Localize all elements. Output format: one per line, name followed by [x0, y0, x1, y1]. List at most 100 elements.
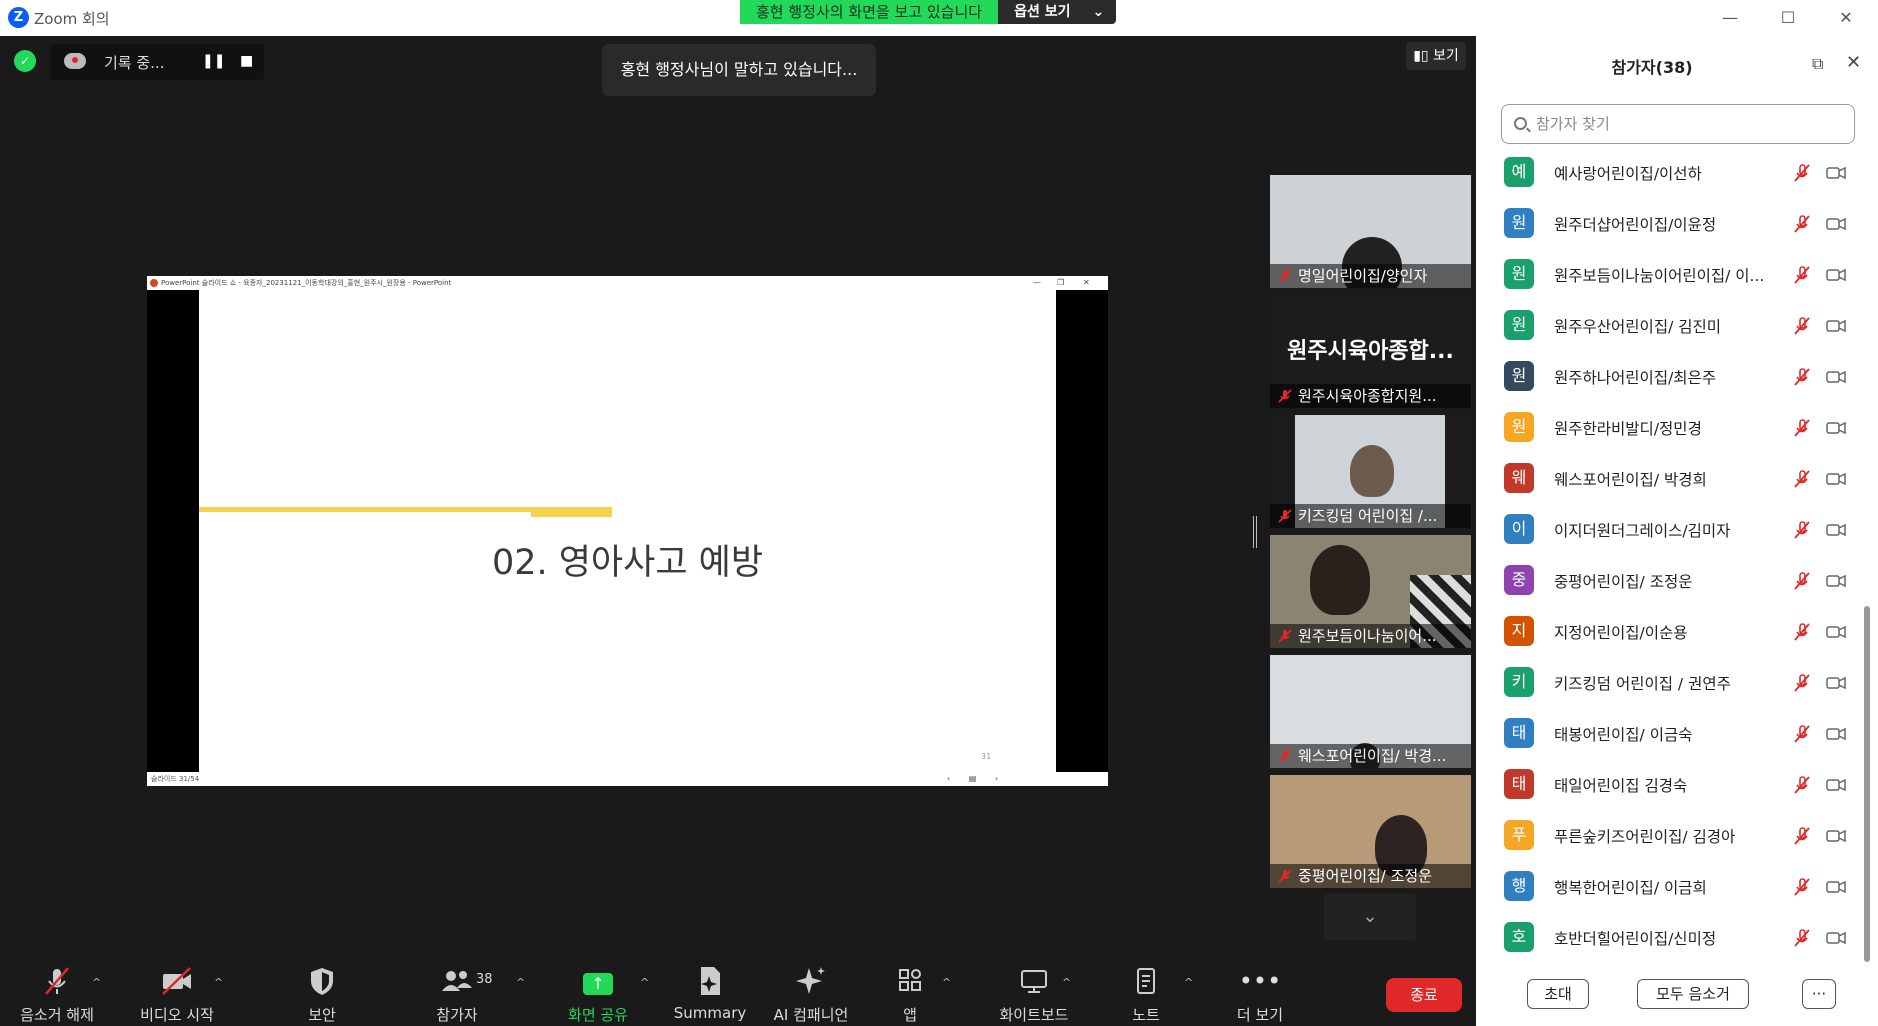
apps-button[interactable]: 앱 — [890, 964, 930, 1025]
minimize-button[interactable]: — — [1710, 4, 1750, 32]
view-options-button[interactable]: 옵션 보기 ⌄ — [998, 0, 1117, 24]
summary-button[interactable]: Summary — [672, 964, 748, 1022]
panel-title: 참가자(38) — [1611, 58, 1693, 77]
shared-screen[interactable]: PowerPoint 슬라이드 쇼 - 육종자_20231121_이동학대강의_… — [147, 276, 1108, 786]
security-shield-icon[interactable]: ✓ — [14, 50, 36, 72]
participant-row[interactable]: 행 행복한어린이집/ 이금희 — [1476, 862, 1866, 913]
video-camera-icon[interactable] — [1826, 676, 1846, 690]
video-camera-icon[interactable] — [1826, 319, 1846, 333]
popout-icon[interactable]: ⧉ — [1812, 54, 1823, 74]
notes-options-caret[interactable]: ^ — [1184, 976, 1193, 989]
muted-mic-icon[interactable] — [1792, 469, 1812, 489]
stop-recording-button[interactable]: ■ — [240, 53, 253, 69]
close-window-button[interactable]: ✕ — [1826, 4, 1866, 32]
more-button[interactable]: ••• 더 보기 — [1222, 964, 1298, 1025]
video-camera-icon[interactable] — [1826, 421, 1846, 435]
participant-row[interactable]: 지 지정어린이집/이순용 — [1476, 607, 1866, 658]
video-camera-icon[interactable] — [1826, 166, 1846, 180]
video-camera-icon[interactable] — [1826, 217, 1846, 231]
search-placeholder: 참가자 찾기 — [1536, 115, 1610, 133]
participant-row[interactable]: 태 태일어린이집 김경숙 — [1476, 760, 1866, 811]
video-tile[interactable]: 원주시육아종합... 원주시육아종합지원... — [1270, 295, 1471, 408]
muted-mic-icon[interactable] — [1792, 265, 1812, 285]
video-camera-icon[interactable] — [1826, 523, 1846, 537]
participants-options-caret[interactable]: ^ — [516, 976, 525, 989]
invite-button[interactable]: 초대 — [1527, 979, 1589, 1009]
participant-name: 중평어린이집/ 조정운 — [1554, 573, 1693, 591]
participant-row[interactable]: 원 원주하나어린이집/최은주 — [1476, 352, 1866, 403]
maximize-button[interactable]: ☐ — [1768, 4, 1808, 32]
muted-mic-icon[interactable] — [1792, 775, 1812, 795]
unmute-button[interactable]: 음소거 해제 — [14, 964, 100, 1025]
participant-row[interactable]: 푸 푸른숲키즈어린이집/ 김경아 — [1476, 811, 1866, 862]
muted-mic-icon[interactable] — [1792, 724, 1812, 744]
video-tile[interactable]: 명일어린이집/양인자 — [1270, 175, 1471, 288]
muted-mic-icon[interactable] — [1792, 316, 1812, 336]
video-tile[interactable]: 원주보듬이나눔이어... — [1270, 535, 1471, 648]
video-camera-icon[interactable] — [1826, 880, 1846, 894]
participant-row[interactable]: 태 태봉어린이집/ 이금숙 — [1476, 709, 1866, 760]
end-meeting-button[interactable]: 종료 — [1386, 978, 1462, 1012]
participant-row[interactable]: 웨 웨스포어린이집/ 박경희 — [1476, 454, 1866, 505]
muted-mic-icon[interactable] — [1792, 673, 1812, 693]
scroll-videos-down-button[interactable]: ⌄ — [1324, 894, 1416, 940]
muted-mic-icon[interactable] — [1792, 571, 1812, 591]
muted-mic-icon[interactable] — [1792, 520, 1812, 540]
muted-mic-icon[interactable] — [1792, 877, 1812, 897]
view-button[interactable]: ▮▯ 보기 — [1406, 42, 1466, 70]
participant-name: 원주한라비발디/정민경 — [1554, 420, 1702, 438]
muted-mic-icon[interactable] — [1792, 826, 1812, 846]
resize-handle[interactable] — [1253, 516, 1257, 548]
video-camera-icon[interactable] — [1826, 625, 1846, 639]
participant-row[interactable]: 원 원주우산어린이집/ 김진미 — [1476, 301, 1866, 352]
participant-row[interactable]: 이 이지더원더그레이스/김미자 — [1476, 505, 1866, 556]
share-options-caret[interactable]: ^ — [640, 976, 649, 989]
ai-companion-button[interactable]: AI 컴패니언 — [768, 964, 854, 1025]
video-camera-icon[interactable] — [1826, 829, 1846, 843]
participant-list-scrollbar[interactable] — [1864, 606, 1870, 962]
close-icon[interactable]: ✕ — [1846, 52, 1861, 73]
participant-row[interactable]: 원 원주보듬이나눔이어린이집/ 이... — [1476, 250, 1866, 301]
whiteboard-button[interactable]: 화이트보드 — [982, 964, 1086, 1025]
video-camera-icon[interactable] — [1826, 931, 1846, 945]
video-camera-icon[interactable] — [1826, 370, 1846, 384]
mute-all-button[interactable]: 모두 음소거 — [1637, 979, 1749, 1009]
muted-mic-icon[interactable] — [1792, 418, 1812, 438]
participant-search-input[interactable]: 참가자 찾기 — [1501, 104, 1855, 144]
muted-mic-icon[interactable] — [1792, 928, 1812, 948]
participant-row[interactable]: 중 중평어린이집/ 조정운 — [1476, 556, 1866, 607]
view-button-label: 보기 — [1433, 48, 1459, 64]
video-camera-icon[interactable] — [1826, 268, 1846, 282]
video-camera-icon[interactable] — [1826, 574, 1846, 588]
security-button[interactable]: 보안 — [292, 964, 352, 1025]
search-icon — [1514, 117, 1527, 130]
avatar: 원 — [1504, 259, 1534, 289]
whiteboard-options-caret[interactable]: ^ — [1062, 976, 1071, 989]
participant-list: 예 예사랑어린이집/이선하 원 원주더샵어린이집/이윤정 원 원주보듬이나눔이어린이집/ … — [1476, 148, 1866, 964]
muted-mic-icon — [1278, 749, 1292, 763]
participant-row[interactable]: 예 예사랑어린이집/이선하 — [1476, 148, 1866, 199]
audio-options-caret[interactable]: ^ — [92, 976, 101, 989]
participant-row[interactable]: 원 원주더샵어린이집/이윤정 — [1476, 199, 1866, 250]
video-tile[interactable]: 키즈킹덤 어린이집 /... — [1270, 415, 1471, 528]
muted-mic-icon[interactable] — [1792, 163, 1812, 183]
video-camera-icon[interactable] — [1826, 778, 1846, 792]
video-options-caret[interactable]: ^ — [214, 976, 223, 989]
muted-mic-icon[interactable] — [1792, 622, 1812, 642]
share-screen-button[interactable]: ↑ 화면 공유 — [560, 964, 636, 1025]
slide-navigation: ‹ ▤ › — [947, 774, 1007, 783]
panel-more-button[interactable]: ··· — [1802, 979, 1836, 1009]
muted-mic-icon[interactable] — [1792, 367, 1812, 387]
notes-button[interactable]: 노트 — [1126, 964, 1166, 1025]
video-camera-icon[interactable] — [1826, 472, 1846, 486]
muted-mic-icon[interactable] — [1792, 214, 1812, 234]
video-tile[interactable]: 웨스포어린이집/ 박경... — [1270, 655, 1471, 768]
participant-row[interactable]: 원 원주한라비발디/정민경 — [1476, 403, 1866, 454]
participant-row[interactable]: 호 호반더힐어린이집/신미정 — [1476, 913, 1866, 964]
apps-options-caret[interactable]: ^ — [942, 976, 951, 989]
video-camera-icon[interactable] — [1826, 727, 1846, 741]
participant-row[interactable]: 키 키즈킹덤 어린이집 / 권연주 — [1476, 658, 1866, 709]
video-tile[interactable]: 중평어린이집/ 조정운 — [1270, 775, 1471, 888]
start-video-button[interactable]: 비디오 시작 — [134, 964, 220, 1025]
pause-recording-button[interactable]: ❚❚ — [202, 53, 225, 69]
